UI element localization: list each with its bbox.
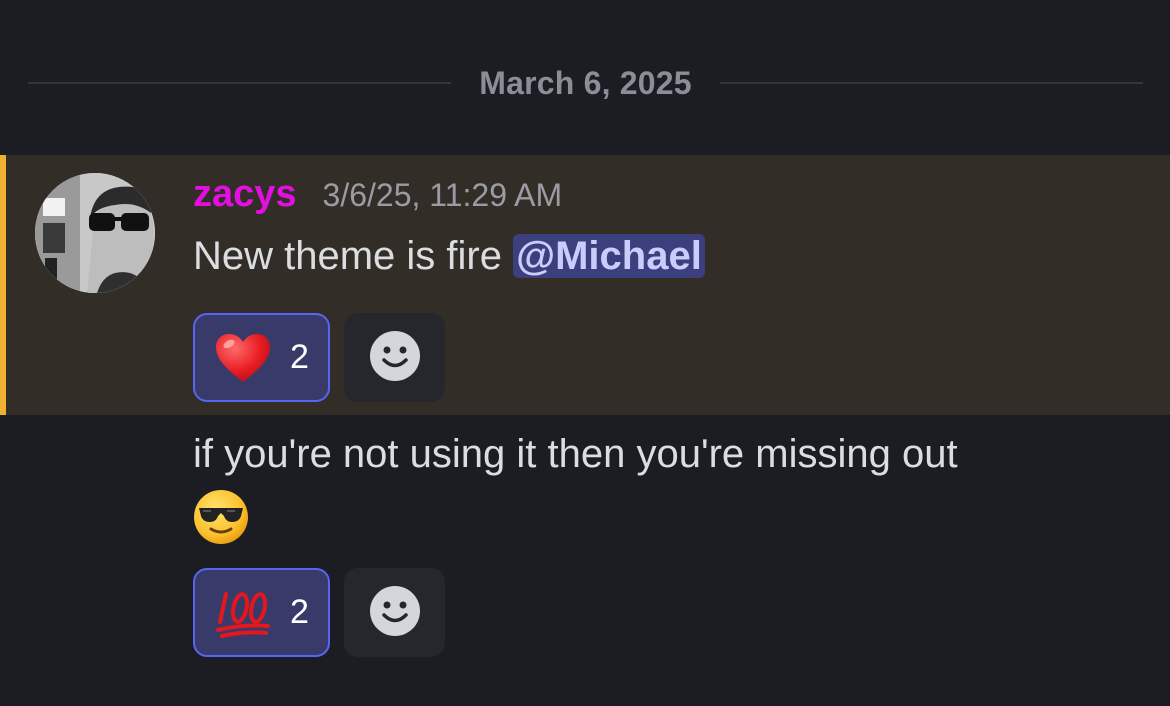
avatar[interactable] xyxy=(35,173,155,293)
username[interactable]: zacys xyxy=(193,173,297,216)
hundred-points-icon xyxy=(214,584,272,642)
reaction-bar: 2 xyxy=(193,313,445,402)
message-highlighted[interactable]: zacys 3/6/25, 11:29 AM New theme is fire… xyxy=(0,155,1170,415)
message-text: if you're not using it then you're missi… xyxy=(193,432,958,476)
reaction-count: 2 xyxy=(290,593,309,631)
smiley-add-reaction-icon xyxy=(369,585,421,641)
message-content-followup: if you're not using it then you're missi… xyxy=(193,425,1133,561)
reaction-heart[interactable]: 2 xyxy=(193,313,330,402)
add-reaction-button[interactable] xyxy=(344,313,445,402)
message-content: New theme is fire @Michael xyxy=(193,227,705,285)
smiley-add-reaction-icon xyxy=(369,330,421,386)
chat-channel: March 6, 2025 zacys 3/6/25, 11:29 AM New… xyxy=(0,0,1170,706)
user-mention[interactable]: @Michael xyxy=(513,234,705,278)
message-timestamp: 3/6/25, 11:29 AM xyxy=(322,177,563,213)
divider-line-right xyxy=(719,82,1144,84)
add-reaction-button[interactable] xyxy=(344,568,445,657)
reaction-count: 2 xyxy=(290,338,309,376)
mention-highlight-bar xyxy=(0,155,6,415)
date-divider: March 6, 2025 xyxy=(28,58,1144,108)
message-text: New theme is fire xyxy=(193,234,514,278)
reaction-hundred[interactable]: 2 xyxy=(193,568,330,657)
divider-line-left xyxy=(28,82,452,84)
reaction-bar: 2 xyxy=(193,568,445,657)
red-heart-icon xyxy=(214,329,272,387)
message-header: zacys 3/6/25, 11:29 AM xyxy=(193,173,562,216)
sunglasses-emoji-icon xyxy=(193,489,249,561)
date-divider-label: March 6, 2025 xyxy=(479,64,692,101)
